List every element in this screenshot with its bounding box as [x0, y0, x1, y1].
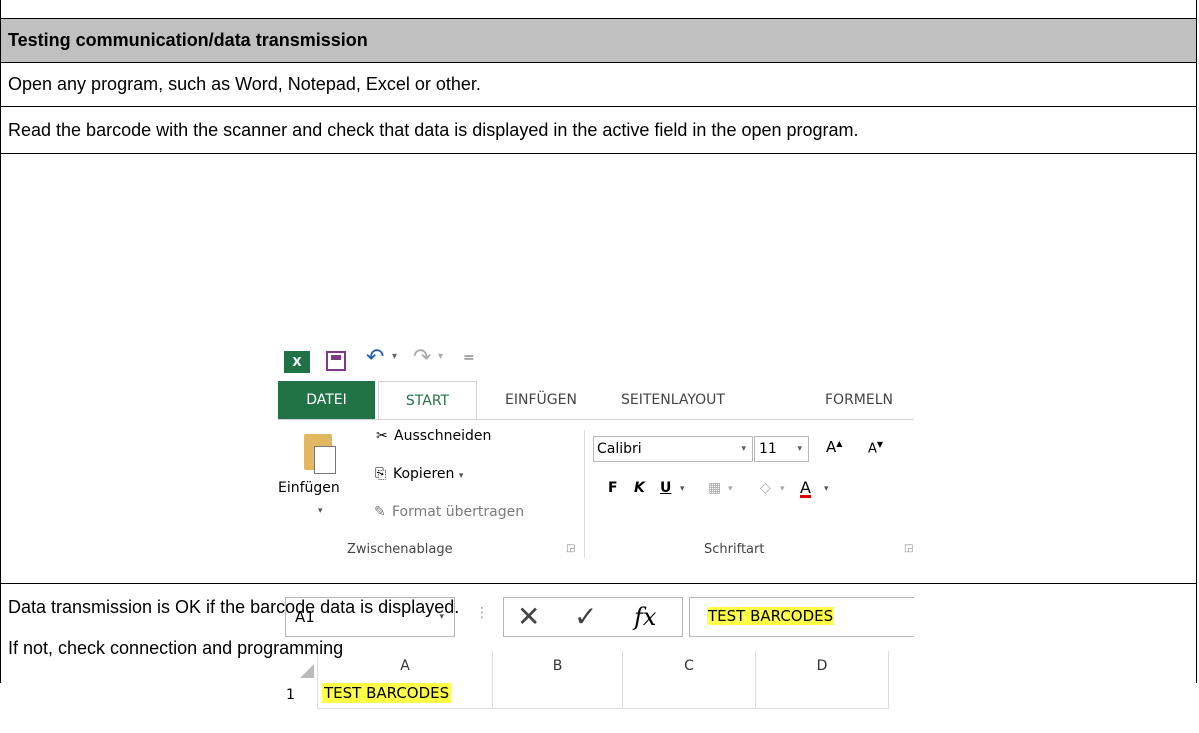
- quick-access-toolbar: X ↶ ▾ ↷ ▾ =: [278, 341, 914, 381]
- shrink-font-label: A: [868, 441, 877, 457]
- font-launcher-icon[interactable]: ◲: [904, 543, 913, 554]
- grow-font-button[interactable]: A▲: [826, 438, 842, 456]
- font-size-value: 11: [759, 441, 777, 457]
- font-group-label: Schriftart: [704, 542, 765, 557]
- undo-icon[interactable]: ↶: [366, 345, 384, 370]
- cell-b1[interactable]: [493, 681, 623, 709]
- ribbon-tabs: DATEI START EINFÜGEN SEITENLAYOUT FORMEL…: [278, 381, 914, 420]
- underline-dropdown-icon[interactable]: ▾: [680, 484, 685, 494]
- brush-icon: ✎: [374, 504, 386, 520]
- cell-c1[interactable]: [623, 681, 756, 709]
- paste-button[interactable]: Einfügen: [278, 480, 340, 496]
- tab-start[interactable]: START: [378, 381, 477, 419]
- result-fail-text: If not, check connection and programming: [8, 638, 344, 658]
- border-icon[interactable]: ▦: [708, 480, 721, 496]
- shrink-font-button[interactable]: A▼: [868, 440, 883, 456]
- group-separator: [584, 430, 585, 558]
- copy-icon: ⎘: [375, 466, 387, 482]
- copy-label: Kopieren: [393, 466, 455, 482]
- redo-dropdown-icon[interactable]: ▾: [438, 351, 443, 362]
- copy-button[interactable]: ⎘ Kopieren ▾: [375, 466, 463, 482]
- font-color-button[interactable]: A: [800, 480, 811, 498]
- save-icon[interactable]: [326, 351, 346, 371]
- cell-a1[interactable]: TEST BARCODES: [318, 681, 493, 709]
- font-color-dropdown-icon[interactable]: ▾: [824, 484, 829, 494]
- instruction-open-program: Open any program, such as Word, Notepad,…: [1, 62, 1196, 106]
- tab-formeln[interactable]: FORMELN: [825, 381, 893, 419]
- chevron-down-icon: ▾: [741, 444, 746, 454]
- redo-icon[interactable]: ↷: [413, 345, 431, 370]
- italic-button[interactable]: K: [634, 480, 645, 496]
- font-size-select[interactable]: 11 ▾: [754, 436, 809, 462]
- font-name-value: Calibri: [597, 441, 642, 457]
- section-heading: Testing communication/data transmission: [1, 18, 1196, 62]
- result-cell: Data transmission is OK if the barcode d…: [1, 583, 1196, 683]
- paste-icon[interactable]: [304, 434, 336, 474]
- cut-label: Ausschneiden: [394, 428, 492, 444]
- cell-d1[interactable]: [756, 681, 889, 709]
- document-table: Testing communication/data transmission …: [0, 0, 1197, 733]
- chevron-down-icon: ▾: [797, 444, 802, 454]
- tab-seitenlayout[interactable]: SEITENLAYOUT: [621, 381, 725, 419]
- border-dropdown-icon[interactable]: ▾: [728, 484, 733, 494]
- row-header-1[interactable]: 1: [278, 681, 318, 709]
- cut-button[interactable]: ✂ Ausschneiden: [376, 428, 491, 444]
- excel-logo-icon: X: [284, 351, 310, 373]
- format-painter-button[interactable]: ✎ Format übertragen: [374, 504, 524, 520]
- undo-dropdown-icon[interactable]: ▾: [392, 351, 397, 362]
- result-ok-text: Data transmission is OK if the barcode d…: [8, 597, 460, 617]
- copy-dropdown-icon[interactable]: ▾: [459, 471, 464, 481]
- paste-dropdown-icon[interactable]: ▾: [318, 506, 323, 516]
- customize-toolbar-icon[interactable]: =: [463, 350, 475, 366]
- screenshot-cell: X ↶ ▾ ↷ ▾ = DATEI START EINFÜGEN SEITENL…: [1, 153, 1196, 733]
- instruction-read-barcode: Read the barcode with the scanner and ch…: [1, 106, 1196, 153]
- clipboard-launcher-icon[interactable]: ◲: [566, 543, 575, 554]
- fill-color-icon[interactable]: ◇: [760, 480, 771, 496]
- font-name-select[interactable]: Calibri ▾: [593, 436, 753, 462]
- fill-dropdown-icon[interactable]: ▾: [780, 484, 785, 494]
- tab-einfuegen[interactable]: EINFÜGEN: [505, 381, 577, 419]
- clipboard-group-label: Zwischenablage: [347, 542, 453, 557]
- cell-a1-value: TEST BARCODES: [322, 683, 452, 703]
- ribbon-start: Einfügen ▾ ✂ Ausschneiden ⎘ Kopieren ▾ ✎ Fo…: [278, 420, 914, 570]
- tab-datei[interactable]: DATEI: [278, 381, 375, 419]
- underline-button[interactable]: U: [660, 480, 671, 496]
- format-painter-label: Format übertragen: [392, 504, 525, 520]
- bold-button[interactable]: F: [608, 480, 618, 496]
- grow-font-label: A: [826, 438, 837, 456]
- scissors-icon: ✂: [376, 428, 388, 444]
